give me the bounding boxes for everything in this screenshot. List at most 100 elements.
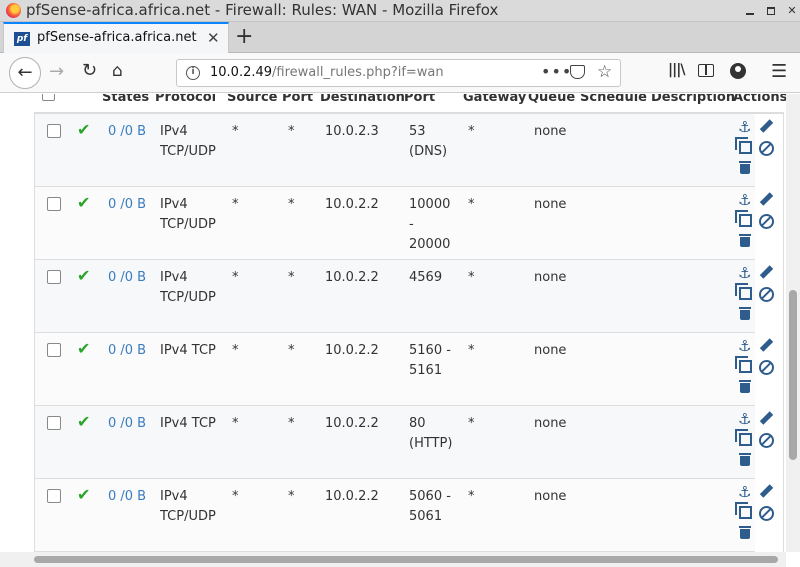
pass-check-icon: ✔ bbox=[77, 120, 91, 139]
copy-icon[interactable] bbox=[735, 502, 752, 519]
trash-icon[interactable] bbox=[739, 234, 751, 247]
row-checkbox[interactable] bbox=[47, 416, 61, 430]
row-protocol: IPv4 TCP bbox=[160, 343, 216, 358]
row-source: * bbox=[232, 489, 239, 504]
vertical-scroll-thumb[interactable] bbox=[789, 290, 797, 460]
library-icon[interactable]: |||\ bbox=[668, 62, 685, 78]
disable-icon[interactable] bbox=[759, 433, 774, 448]
tab-strip: pf pfSense-africa.africa.net ✕ + bbox=[0, 22, 800, 53]
close-window-button[interactable]: ✕ bbox=[785, 4, 799, 18]
vertical-scrollbar[interactable] bbox=[786, 94, 800, 552]
anchor-icon[interactable]: ⚓ bbox=[738, 485, 751, 500]
row-destination-port: 53 (DNS) bbox=[409, 124, 448, 159]
copy-icon[interactable] bbox=[735, 283, 752, 300]
site-info-icon[interactable]: i bbox=[186, 66, 200, 80]
anchor-icon[interactable]: ⚓ bbox=[738, 120, 751, 135]
anchor-icon[interactable]: ⚓ bbox=[738, 412, 751, 427]
forward-button[interactable]: → bbox=[49, 61, 64, 82]
disable-icon[interactable] bbox=[759, 360, 774, 375]
row-source-port: * bbox=[288, 343, 295, 358]
row-states-link[interactable]: 0 /0 B bbox=[108, 122, 146, 142]
row-destination: 10.0.2.2 bbox=[325, 197, 379, 212]
minimize-button[interactable] bbox=[743, 4, 757, 18]
new-tab-button[interactable]: + bbox=[235, 24, 253, 50]
row-destination: 10.0.2.2 bbox=[325, 270, 379, 285]
pass-check-icon: ✔ bbox=[77, 485, 91, 504]
pfsense-favicon-icon: pf bbox=[14, 32, 30, 46]
row-states-link[interactable]: 0 /0 B bbox=[108, 195, 146, 215]
anchor-icon[interactable]: ⚓ bbox=[738, 193, 751, 208]
header-queue: Queue bbox=[528, 94, 576, 105]
pocket-icon[interactable] bbox=[570, 65, 585, 79]
row-checkbox[interactable] bbox=[47, 197, 61, 211]
edit-pencil-icon[interactable] bbox=[759, 412, 772, 425]
copy-icon[interactable] bbox=[735, 356, 752, 373]
sidebar-icon[interactable] bbox=[698, 64, 714, 77]
header-destination: Destination bbox=[320, 94, 405, 105]
anchor-icon[interactable]: ⚓ bbox=[738, 339, 751, 354]
row-destination-port: 5160 - 5161 bbox=[409, 343, 451, 378]
bookmark-star-icon[interactable]: ☆ bbox=[597, 62, 612, 82]
row-gateway: * bbox=[468, 343, 475, 358]
anchor-icon[interactable]: ⚓ bbox=[738, 266, 751, 281]
trash-icon[interactable] bbox=[739, 307, 751, 320]
account-icon[interactable] bbox=[730, 63, 746, 79]
horizontal-scroll-thumb[interactable] bbox=[34, 556, 778, 563]
row-destination: 10.0.2.2 bbox=[325, 416, 379, 431]
pass-check-icon: ✔ bbox=[77, 266, 91, 285]
table-row: ✔ 0 /0 B IPv4 TCP * * 10.0.2.2 80 (HTTP)… bbox=[35, 406, 774, 479]
select-all-checkbox[interactable] bbox=[42, 94, 55, 101]
tab-title: pfSense-africa.africa.net bbox=[37, 30, 197, 45]
row-checkbox[interactable] bbox=[47, 489, 61, 503]
header-description: Description bbox=[651, 94, 736, 105]
edit-pencil-icon[interactable] bbox=[759, 266, 772, 279]
row-source-port: * bbox=[288, 124, 295, 139]
header-states: States bbox=[102, 94, 150, 105]
url-bar[interactable]: i 10.0.2.49/firewall_rules.php?if=wan ••… bbox=[176, 59, 621, 87]
edit-pencil-icon[interactable] bbox=[759, 193, 772, 206]
page-actions-menu-icon[interactable]: ••• bbox=[541, 62, 572, 81]
disable-icon[interactable] bbox=[759, 214, 774, 229]
row-gateway: * bbox=[468, 489, 475, 504]
row-checkbox[interactable] bbox=[47, 270, 61, 284]
row-protocol: IPv4 TCP/UDP bbox=[160, 270, 216, 305]
row-source-port: * bbox=[288, 416, 295, 431]
row-states-link[interactable]: 0 /0 B bbox=[108, 414, 146, 434]
trash-icon[interactable] bbox=[739, 453, 751, 466]
row-checkbox[interactable] bbox=[47, 343, 61, 357]
maximize-button[interactable] bbox=[764, 4, 778, 18]
hamburger-menu-icon[interactable]: ☰ bbox=[771, 61, 787, 82]
trash-icon[interactable] bbox=[739, 380, 751, 393]
row-checkbox[interactable] bbox=[47, 124, 61, 138]
header-protocol: Protocol bbox=[155, 94, 217, 105]
row-source: * bbox=[232, 197, 239, 212]
row-gateway: * bbox=[468, 197, 475, 212]
horizontal-scrollbar[interactable] bbox=[0, 552, 786, 567]
disable-icon[interactable] bbox=[759, 141, 774, 156]
trash-icon[interactable] bbox=[739, 161, 751, 174]
row-gateway: * bbox=[468, 270, 475, 285]
disable-icon[interactable] bbox=[759, 506, 774, 521]
edit-pencil-icon[interactable] bbox=[759, 120, 772, 133]
trash-icon[interactable] bbox=[739, 526, 751, 539]
row-states-link[interactable]: 0 /0 B bbox=[108, 268, 146, 288]
row-states-link[interactable]: 0 /0 B bbox=[108, 487, 146, 507]
close-tab-icon[interactable]: ✕ bbox=[207, 29, 220, 47]
tab-pfsense[interactable]: pf pfSense-africa.africa.net ✕ bbox=[3, 22, 229, 53]
edit-pencil-icon[interactable] bbox=[759, 485, 772, 498]
row-gateway: * bbox=[468, 124, 475, 139]
row-protocol: IPv4 TCP bbox=[160, 416, 216, 431]
disable-icon[interactable] bbox=[759, 287, 774, 302]
row-queue: none bbox=[534, 416, 567, 431]
edit-pencil-icon[interactable] bbox=[759, 339, 772, 352]
back-button[interactable]: ← bbox=[9, 57, 41, 89]
home-button[interactable]: ⌂ bbox=[112, 61, 123, 81]
row-queue: none bbox=[534, 343, 567, 358]
reload-button[interactable]: ↻ bbox=[82, 60, 97, 81]
copy-icon[interactable] bbox=[735, 429, 752, 446]
copy-icon[interactable] bbox=[735, 210, 752, 227]
table-row: ✔ 0 /0 B IPv4 TCP * * 10.0.2.2 5160 - 51… bbox=[35, 333, 774, 406]
row-states-link[interactable]: 0 /0 B bbox=[108, 341, 146, 361]
copy-icon[interactable] bbox=[735, 137, 752, 154]
url-text[interactable]: 10.0.2.49/firewall_rules.php?if=wan bbox=[210, 65, 444, 80]
